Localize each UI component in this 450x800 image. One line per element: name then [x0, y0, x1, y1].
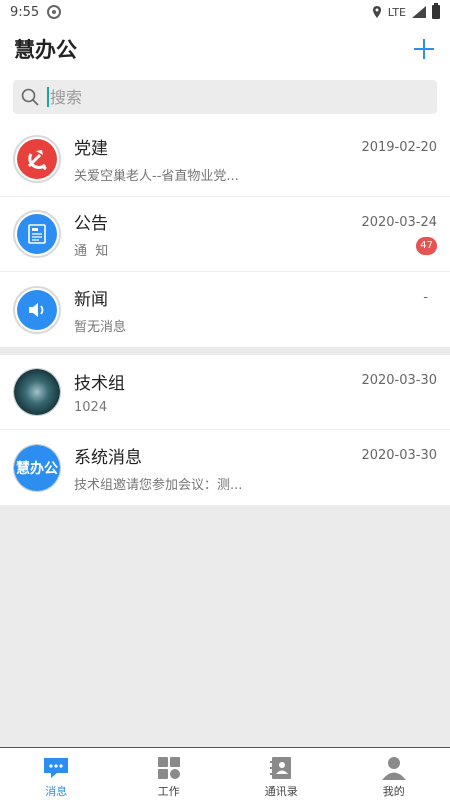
party-emblem-icon: [17, 139, 57, 179]
app-logo: 慧办公: [13, 443, 61, 492]
app-header: 慧办公: [0, 24, 450, 74]
tab-contacts[interactable]: 通讯录: [225, 748, 338, 800]
tab-label: 消息: [45, 785, 68, 798]
group-list: 技术组 1024 2020-03-30 慧办公 系统消息 技术组邀请您参加会议：…: [0, 355, 450, 505]
group-photo: [13, 368, 61, 416]
item-date: 2020-03-24: [361, 215, 437, 230]
avatar: [13, 285, 61, 334]
item-name: 新闻: [74, 289, 108, 310]
item-preview: 技术组邀请您参加会议：测...: [74, 477, 243, 493]
newspaper-icon: [17, 214, 57, 254]
item-date: -: [423, 290, 428, 305]
item-preview: 通 知: [74, 244, 109, 259]
plus-icon[interactable]: [412, 37, 436, 61]
location-icon: [372, 6, 381, 18]
tab-label: 工作: [157, 785, 180, 798]
status-icons: LTE: [372, 3, 440, 19]
item-date: 2020-03-30: [361, 373, 437, 388]
tab-label: 通讯录: [264, 785, 298, 798]
list-item-news[interactable]: 新闻 暂无消息 -: [0, 272, 450, 347]
search-box[interactable]: [13, 80, 437, 114]
network-label: LTE: [387, 5, 406, 19]
list-item-system[interactable]: 慧办公 系统消息 技术组邀请您参加会议：测... 2020-03-30: [0, 430, 450, 505]
list-item-tech-group[interactable]: 技术组 1024 2020-03-30: [0, 355, 450, 430]
item-date: 2019-02-20: [361, 140, 437, 155]
conversation-list: 党建 关爱空巢老人--省直物业党... 2019-02-20 公告 通 知 20…: [0, 122, 450, 347]
item-preview: 关爱空巢老人--省直物业党...: [74, 169, 239, 184]
tab-label: 我的: [382, 785, 405, 798]
item-preview: 1024: [74, 400, 108, 415]
item-date: 2020-03-30: [361, 448, 437, 463]
search-bar: [0, 74, 450, 122]
sync-icon: [47, 5, 62, 19]
list-item-party[interactable]: 党建 关爱空巢老人--省直物业党... 2019-02-20: [0, 122, 450, 197]
person-icon: [381, 756, 407, 780]
item-content: 新闻 暂无消息: [74, 285, 437, 335]
avatar: [13, 135, 61, 183]
battery-icon: [432, 3, 440, 19]
chat-icon: [43, 756, 69, 780]
grid-icon: [156, 756, 182, 780]
status-time: 9:55: [10, 4, 40, 20]
page-title: 慧办公: [14, 38, 77, 62]
search-input[interactable]: [50, 87, 410, 107]
bottom-tab-bar: 消息 工作 通讯录 我的: [0, 747, 450, 800]
unread-badge: 47: [416, 237, 437, 255]
item-preview: 暂无消息: [74, 319, 127, 335]
speaker-icon: [17, 289, 57, 330]
contacts-icon: [268, 756, 294, 780]
text-cursor: [47, 87, 49, 107]
signal-icon: [412, 6, 426, 18]
tab-messages[interactable]: 消息: [0, 748, 113, 800]
search-icon: [21, 88, 39, 106]
list-item-notice[interactable]: 公告 通 知 2020-03-24 47: [0, 197, 450, 272]
tab-profile[interactable]: 我的: [338, 748, 450, 800]
tab-work[interactable]: 工作: [113, 748, 226, 800]
avatar: [13, 210, 61, 258]
status-bar: 9:55 LTE: [0, 0, 450, 24]
